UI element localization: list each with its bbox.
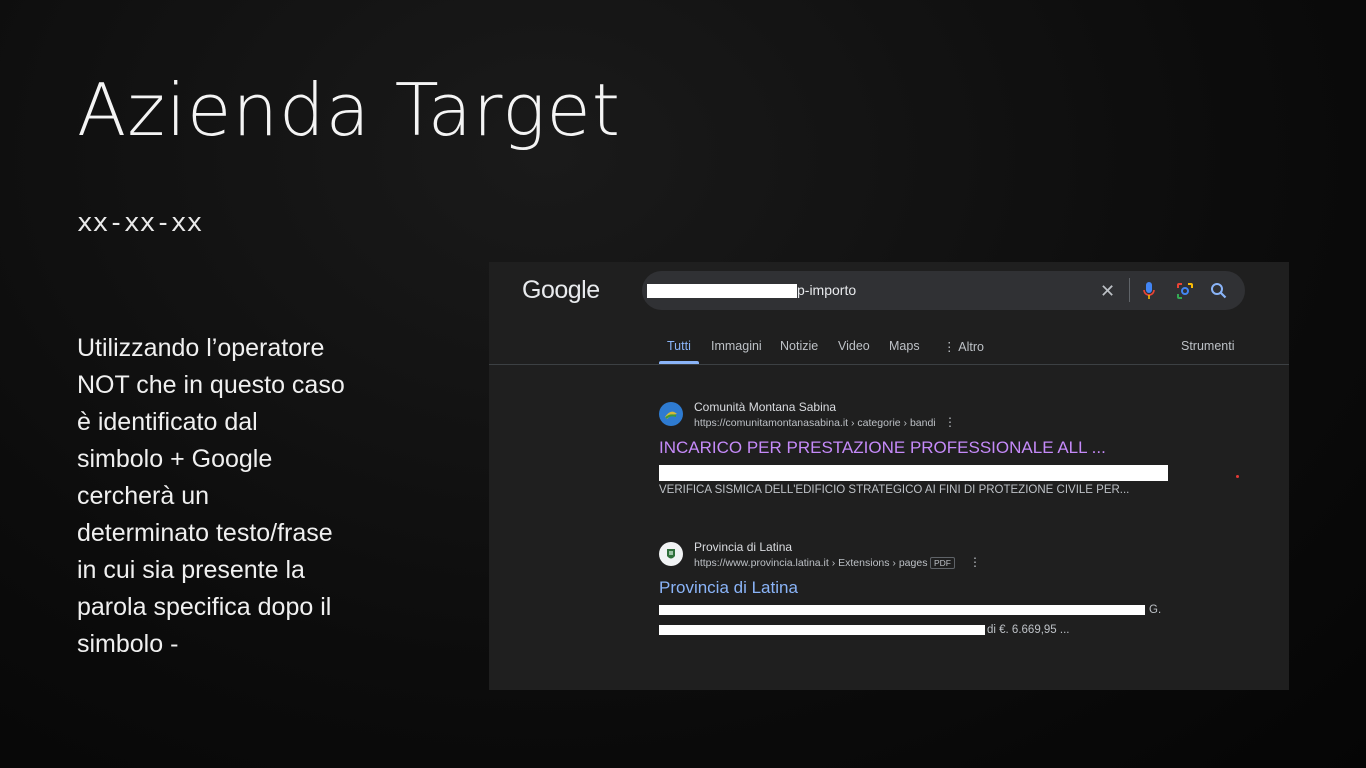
google-search-screenshot: Google p-importo ✕ Tutti Immagini Notizi… — [489, 262, 1289, 690]
result-snippet-end: G. — [1149, 604, 1162, 616]
red-dot-marker — [1236, 475, 1239, 478]
lens-icon[interactable] — [1176, 282, 1194, 305]
search-icon[interactable] — [1210, 282, 1227, 304]
result-snippet-end: di €. 6.669,95 ... — [987, 624, 1070, 636]
result-title-link[interactable]: INCARICO PER PRESTAZIONE PROFESSIONALE A… — [659, 438, 1106, 458]
header-divider — [489, 364, 1289, 365]
close-icon[interactable]: ✕ — [1100, 281, 1115, 302]
tab-tutti[interactable]: Tutti — [667, 339, 691, 353]
google-logo[interactable]: Google — [522, 276, 600, 305]
more-options-icon[interactable]: ⋮ — [969, 555, 981, 569]
microphone-icon[interactable] — [1142, 281, 1156, 306]
result-snippet: VERIFICA SISMICA DELL'EDIFICIO STRATEGIC… — [659, 484, 1130, 496]
pdf-badge: PDF — [930, 557, 955, 569]
more-options-icon[interactable]: ⋮ — [944, 415, 956, 429]
redacted-snippet-line — [659, 605, 1145, 615]
tab-altro[interactable]: ⋮ Altro — [943, 339, 984, 354]
tab-video[interactable]: Video — [838, 339, 870, 353]
redacted-snippet-line — [659, 625, 985, 635]
result-site-name[interactable]: Comunità Montana Sabina — [694, 400, 836, 414]
site-favicon — [659, 542, 683, 566]
redacted-snippet-line — [659, 465, 1168, 481]
search-query-visible: p-importo — [797, 282, 857, 298]
site-favicon — [659, 402, 683, 426]
slide-title: Azienda Target — [77, 68, 621, 152]
result-url[interactable]: https://comunitamontanasabina.it › categ… — [694, 417, 936, 429]
result-title-link[interactable]: Provincia di Latina — [659, 578, 798, 598]
redacted-query-part — [647, 284, 797, 298]
tools-button[interactable]: Strumenti — [1181, 339, 1235, 353]
slide-date: xx-xx-xx — [77, 208, 203, 238]
result-url[interactable]: https://www.provincia.latina.it › Extens… — [694, 557, 927, 569]
search-divider — [1129, 278, 1130, 302]
result-site-name[interactable]: Provincia di Latina — [694, 540, 792, 554]
tab-maps[interactable]: Maps — [889, 339, 920, 353]
slide-body-text: Utilizzando l’operatore NOT che in quest… — [77, 334, 345, 658]
tab-notizie[interactable]: Notizie — [780, 339, 818, 353]
tab-immagini[interactable]: Immagini — [711, 339, 762, 353]
